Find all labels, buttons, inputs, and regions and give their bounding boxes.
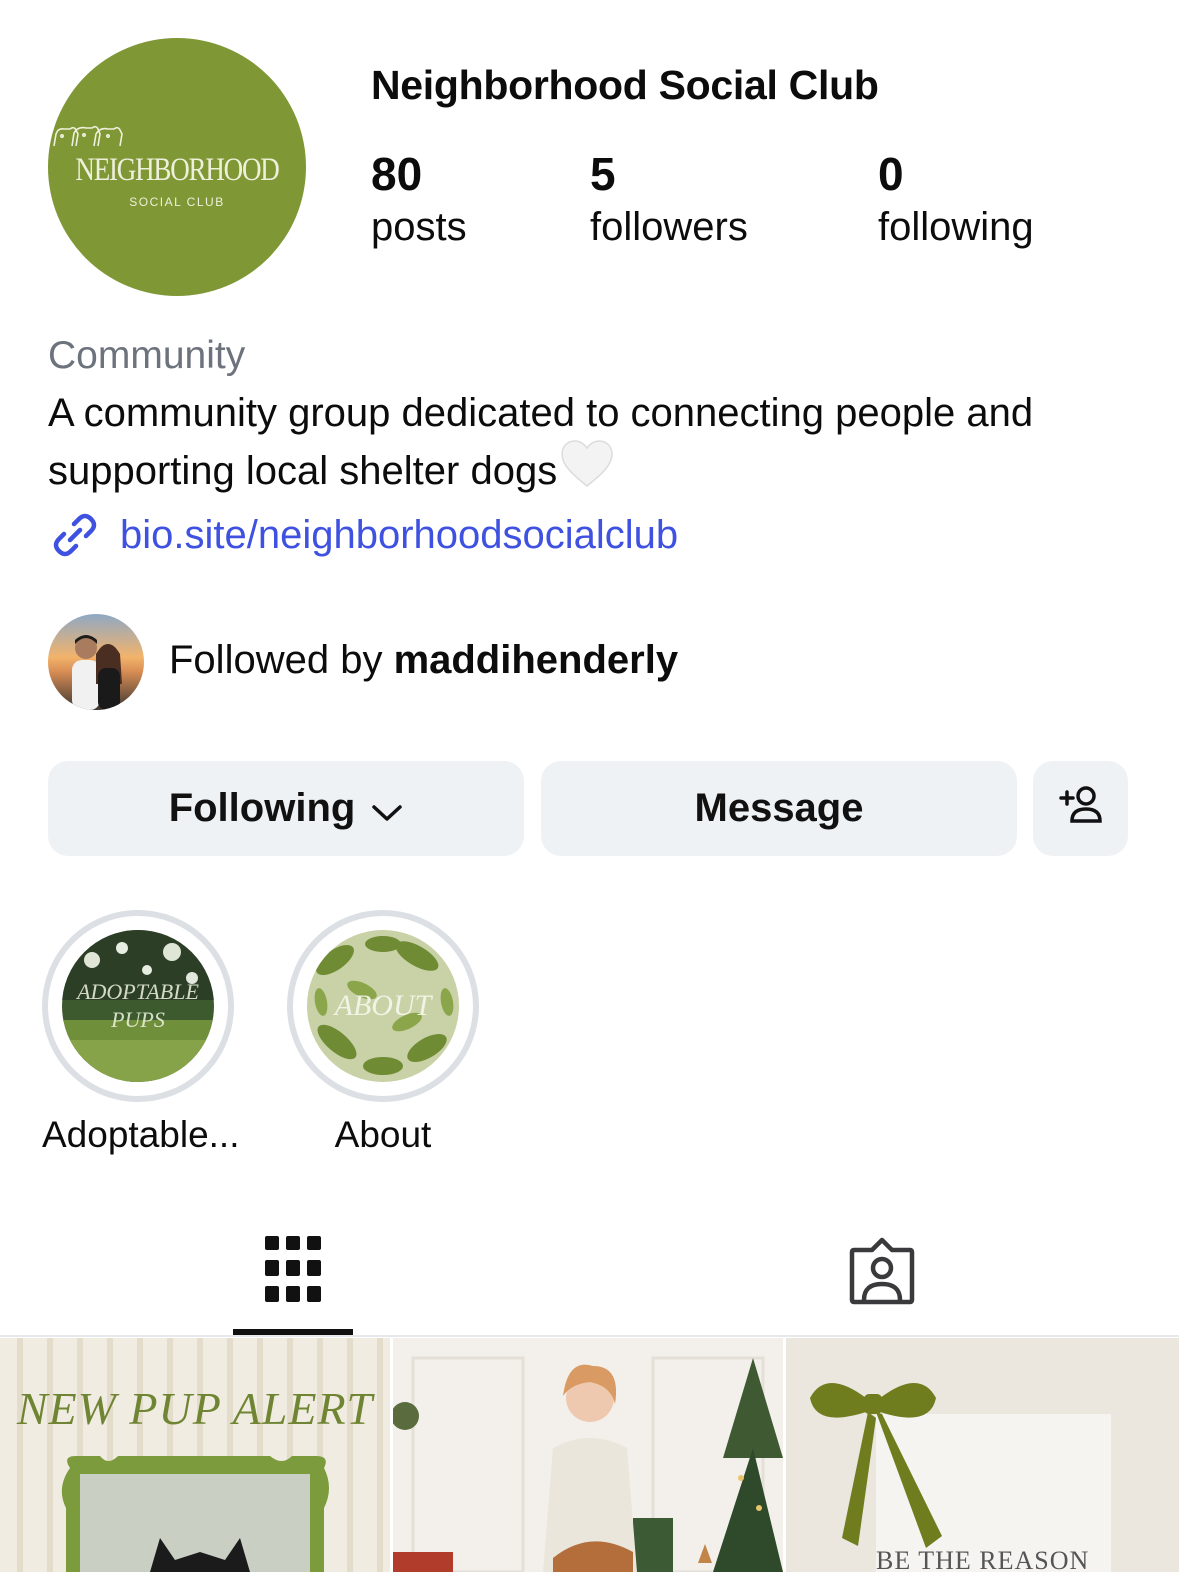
stat-posts-label: posts (371, 205, 467, 249)
highlight-ring: ABOUT (287, 910, 479, 1102)
post-caption: BE THE REASON (876, 1546, 1090, 1572)
profile-link-text[interactable]: bio.site/neighborhoodsocialclub (120, 513, 678, 558)
chevron-down-icon (371, 788, 403, 833)
followed-by-prefix: Followed by (169, 638, 394, 682)
add-person-icon (1058, 784, 1104, 834)
stat-followers-label: followers (590, 205, 748, 249)
grid-icon (265, 1236, 321, 1307)
tab-tagged[interactable] (822, 1230, 942, 1336)
avatar-subtitle: SOCIAL CLUB (129, 195, 225, 209)
tabs-divider (0, 1335, 1179, 1337)
profile-category: Community (48, 334, 246, 377)
highlight-cover-adoptable: ADOPTABLE PUPS (62, 930, 214, 1082)
message-button[interactable]: Message (541, 761, 1017, 856)
highlight-label: About (334, 1114, 432, 1155)
highlight-adoptable[interactable]: ADOPTABLE PUPS Adoptable... (42, 910, 240, 1156)
highlight-label: Adoptable... (42, 1114, 240, 1155)
highlight-cover-line-1: ADOPTABLE (77, 979, 199, 1004)
bio-text: A community group dedicated to connectin… (48, 391, 1034, 493)
suggested-users-button[interactable] (1033, 761, 1128, 856)
profile-avatar[interactable]: NEIGHBORHOOD SOCIAL CLUB (48, 38, 306, 296)
message-button-label: Message (694, 786, 864, 830)
white-heart-icon (560, 440, 614, 502)
tagged-person-icon (848, 1236, 916, 1311)
post-title: NEW PUP ALERT (16, 1383, 374, 1434)
link-icon (48, 508, 102, 562)
highlight-cover-line-2: PUPS (111, 1007, 165, 1032)
stat-following-label: following (878, 205, 1034, 249)
profile-bio: A community group dedicated to connectin… (48, 386, 1138, 502)
followed-by-username[interactable]: maddihenderly (394, 638, 679, 682)
post-thumbnail[interactable]: BE THE REASON (786, 1338, 1179, 1572)
post-thumbnail[interactable] (393, 1338, 783, 1572)
highlight-cover-text: ADOPTABLE PUPS (62, 930, 214, 1082)
following-button[interactable]: Following (48, 761, 524, 856)
profile-link[interactable]: bio.site/neighborhoodsocialclub (48, 508, 678, 562)
highlight-ring: ADOPTABLE PUPS (42, 910, 234, 1102)
following-button-label: Following (168, 786, 356, 830)
stat-following-count: 0 (878, 148, 904, 200)
stat-followers[interactable]: 5 followers (590, 150, 748, 252)
dogs-logo-icon (48, 120, 306, 150)
followed-by-text[interactable]: Followed by maddihenderly (169, 638, 678, 683)
followed-by-avatar[interactable] (48, 614, 144, 710)
profile-display-name: Neighborhood Social Club (371, 62, 879, 108)
avatar-wordmark: NEIGHBORHOOD (75, 152, 279, 188)
stat-following[interactable]: 0 following (878, 150, 1034, 252)
highlight-about[interactable]: ABOUT About (287, 910, 479, 1156)
post-thumbnail[interactable]: NEW PUP ALERT (0, 1338, 390, 1572)
tab-posts-grid[interactable] (233, 1230, 353, 1336)
stat-followers-count: 5 (590, 148, 616, 200)
highlight-cover-line-1: ABOUT (334, 989, 432, 1022)
stat-posts[interactable]: 80 posts (371, 150, 467, 252)
highlight-cover-about: ABOUT (307, 930, 459, 1082)
stat-posts-count: 80 (371, 148, 423, 200)
highlight-cover-text: ABOUT (307, 930, 459, 1082)
